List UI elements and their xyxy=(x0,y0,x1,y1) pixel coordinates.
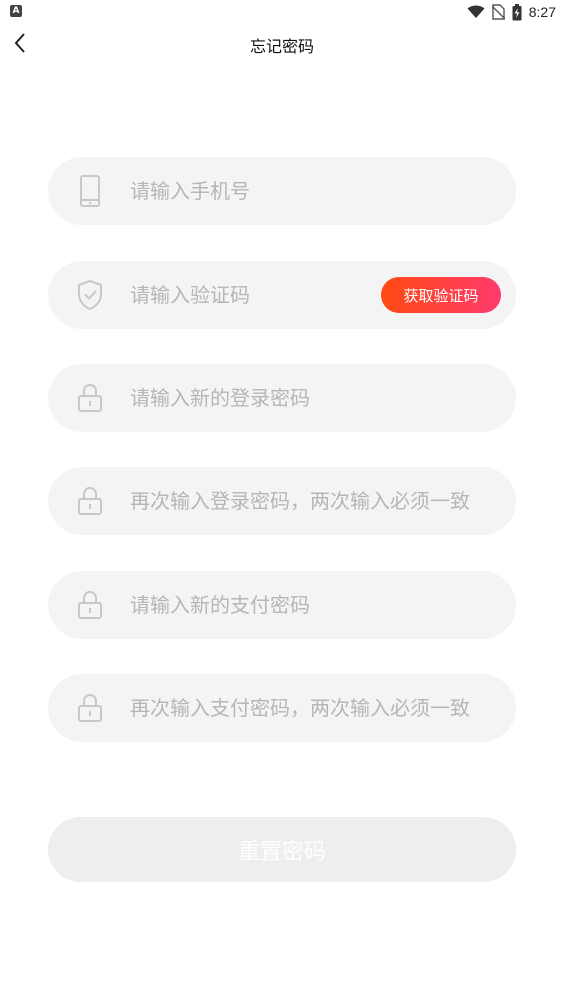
new-pay-password-field xyxy=(48,571,516,639)
verification-code-field: 获取验证码 xyxy=(48,261,516,329)
phone-input[interactable] xyxy=(130,157,500,225)
phone-icon xyxy=(80,175,100,207)
new-pay-password-input[interactable] xyxy=(130,571,500,639)
no-sim-icon xyxy=(491,4,505,20)
get-code-button[interactable]: 获取验证码 xyxy=(381,277,501,313)
new-login-password-field xyxy=(48,364,516,432)
shield-check-icon xyxy=(78,280,102,310)
confirm-login-password-field xyxy=(48,467,516,535)
phone-field xyxy=(48,157,516,225)
lock-icon xyxy=(78,383,102,412)
confirm-login-password-input[interactable] xyxy=(130,467,500,535)
status-icons: 8:27 xyxy=(467,2,556,22)
status-bar: A 8:27 xyxy=(0,0,564,24)
confirm-pay-password-input[interactable] xyxy=(130,674,500,742)
page-title: 忘记密码 xyxy=(249,37,314,56)
new-login-password-input[interactable] xyxy=(130,364,500,432)
nav-bar: 忘记密码 xyxy=(0,24,564,62)
app-notification-icon: A xyxy=(10,5,22,17)
battery-charging-icon xyxy=(512,3,522,20)
lock-icon xyxy=(78,486,102,515)
lock-icon xyxy=(78,693,102,722)
wifi-icon xyxy=(467,5,485,18)
status-time: 8:27 xyxy=(528,4,556,20)
reset-password-button[interactable]: 重置密码 xyxy=(48,817,516,882)
confirm-pay-password-field xyxy=(48,674,516,742)
verification-code-input[interactable] xyxy=(130,261,370,329)
lock-icon xyxy=(78,590,102,619)
